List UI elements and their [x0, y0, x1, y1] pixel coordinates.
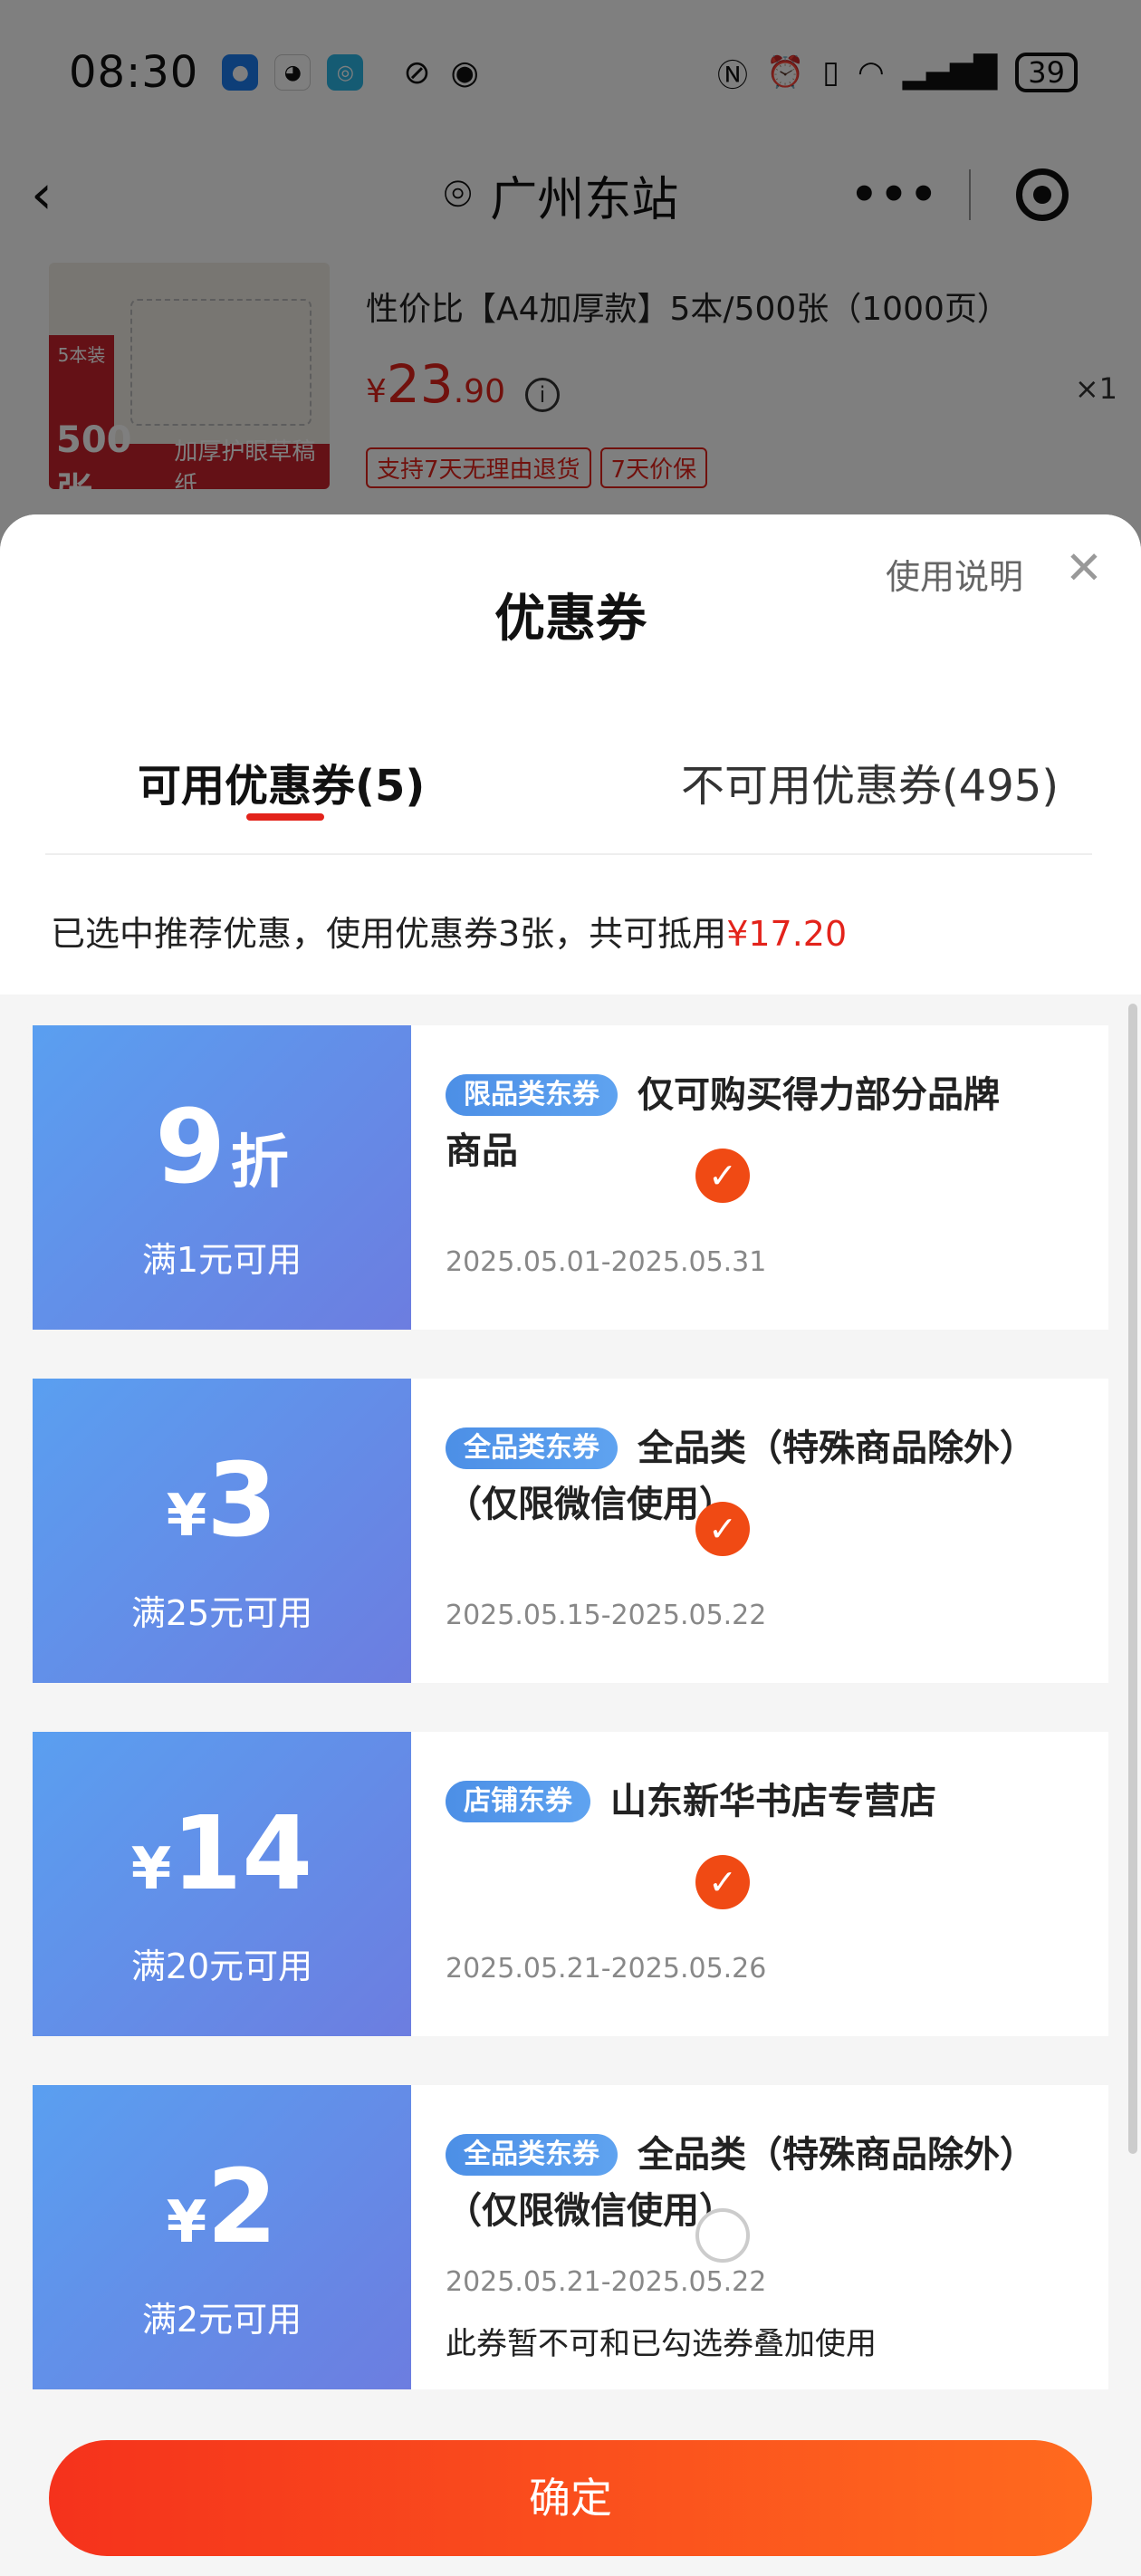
tab-unavailable[interactable]: 不可用优惠券(495) [681, 750, 1059, 813]
coupon-value-panel: ¥2 满2元可用 [27, 2085, 411, 2389]
coupon-tabs: 可用优惠券(5) 不可用优惠券(495) [0, 750, 1141, 850]
coupon-note: 此券暂不可和已勾选券叠加使用 [446, 2326, 877, 2362]
coupon-validity: 2025.05.21-2025.05.22 [446, 2266, 767, 2298]
coupon-currency: ¥ [130, 1836, 172, 1903]
dim-overlay[interactable] [0, 0, 1141, 543]
background-page: 08:30 ● ◕ ◎ ⊘ ◉ Ⓝ ⏰ ▯ ◠ ▂▄▆█ 39 ‹ ⌾ 广州东站… [0, 0, 1141, 543]
usage-instructions-link[interactable]: 使用说明 [886, 549, 1023, 599]
coupon-type-badge: 店铺东券 [446, 1781, 590, 1822]
summary-amount: ¥17.20 [726, 914, 848, 954]
coupon-condition: 满20元可用 [130, 1946, 313, 1986]
coupon-validity: 2025.05.21-2025.05.26 [446, 1953, 767, 1985]
coupon-detail: 店铺东券 山东新华书店专营店 2025.05.21-2025.05.26 [411, 1732, 1108, 2036]
close-icon[interactable]: ✕ [1065, 542, 1103, 594]
coupon-type-badge: 全品类东券 [446, 1427, 618, 1469]
coupon-list: 9 折 满1元可用 限品类东券 仅可购买得力部分品牌商品 2025.05.01-2… [27, 1025, 1108, 2438]
coupon-validity: 2025.05.01-2025.05.31 [446, 1246, 767, 1278]
coupon-currency: ¥ [166, 1483, 207, 1550]
check-icon[interactable]: ✓ [695, 1502, 750, 1556]
coupon-card[interactable]: ¥14 满20元可用 店铺东券 山东新华书店专营店 2025.05.21-2025… [27, 1732, 1108, 2036]
sheet-header: 优惠券 使用说明 ✕ 可用优惠券(5) 不可用优惠券(495) 已选中推荐优惠，… [0, 514, 1141, 995]
coupon-value-panel: 9 折 满1元可用 [27, 1025, 411, 1330]
coupon-value: 3 [206, 1442, 278, 1560]
coupon-type-badge: 全品类东券 [446, 2134, 618, 2176]
coupon-value-panel: ¥3 满25元可用 [27, 1379, 411, 1683]
coupon-detail: 全品类东券 全品类（特殊商品除外）（仅限微信使用） 2025.05.15-2025… [411, 1379, 1108, 1683]
coupon-condition: 满1元可用 [141, 1240, 302, 1280]
coupon-card[interactable]: ¥3 满25元可用 全品类东券 全品类（特殊商品除外）（仅限微信使用） 2025.… [27, 1379, 1108, 1683]
coupon-card[interactable]: ¥2 满2元可用 全品类东券 全品类（特殊商品除外）（仅限微信使用） 2025.0… [27, 2085, 1108, 2389]
coupon-description: 山东新华书店专营店 [610, 1781, 936, 1822]
coupon-card[interactable]: 9 折 满1元可用 限品类东券 仅可购买得力部分品牌商品 2025.05.01-2… [27, 1025, 1108, 1330]
confirm-button[interactable]: 确定 [49, 2440, 1092, 2556]
coupon-value: 2 [206, 2148, 278, 2266]
coupon-currency: ¥ [166, 2189, 207, 2256]
coupon-detail: 限品类东券 仅可购买得力部分品牌商品 2025.05.01-2025.05.31 [411, 1025, 1108, 1330]
coupon-condition: 满2元可用 [141, 2300, 302, 2340]
coupon-value-panel: ¥14 满20元可用 [27, 1732, 411, 2036]
check-icon[interactable]: ✓ [695, 1855, 750, 1909]
coupon-sheet: 优惠券 使用说明 ✕ 可用优惠券(5) 不可用优惠券(495) 已选中推荐优惠，… [0, 514, 1141, 2576]
selection-summary: 已选中推荐优惠，使用优惠券3张，共可抵用¥17.20 [51, 906, 847, 956]
coupon-condition: 满25元可用 [130, 1593, 313, 1633]
coupon-value: 14 [171, 1795, 313, 1913]
coupon-validity: 2025.05.15-2025.05.22 [446, 1600, 767, 1631]
coupon-unit: 折 [230, 1129, 289, 1197]
coupon-detail: 全品类东券 全品类（特殊商品除外）（仅限微信使用） 2025.05.21-2025… [411, 2085, 1108, 2389]
scrollbar[interactable] [1128, 1004, 1137, 2154]
summary-text: 已选中推荐优惠，使用优惠券3张，共可抵用 [51, 914, 727, 954]
unchecked-circle-icon[interactable] [695, 2208, 750, 2263]
divider [45, 853, 1092, 855]
coupon-type-badge: 限品类东券 [446, 1074, 618, 1116]
check-icon[interactable]: ✓ [695, 1149, 750, 1203]
coupon-value: 9 [155, 1089, 226, 1206]
tab-available[interactable]: 可用优惠券(5) [138, 750, 425, 813]
tab-active-indicator [246, 813, 324, 821]
